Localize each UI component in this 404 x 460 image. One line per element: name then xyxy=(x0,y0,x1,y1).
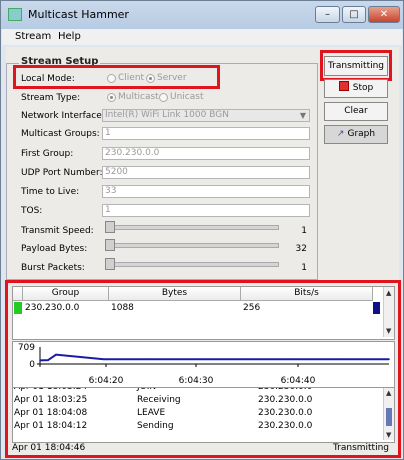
ttl-field[interactable]: 33 xyxy=(102,185,310,198)
multicast-groups-field[interactable]: 1 xyxy=(102,127,310,140)
network-interface-select[interactable]: Intel(R) WiFi Link 1000 BGN ▼ xyxy=(102,109,310,122)
burst-packets-track xyxy=(105,262,279,267)
app-icon xyxy=(8,8,22,21)
transmit-speed-value: 1 xyxy=(301,226,307,236)
multicast-radio-label: Multicast xyxy=(118,92,159,102)
graph-label: Graph xyxy=(347,129,376,139)
transmit-speed-slider[interactable] xyxy=(105,221,115,233)
graph-button[interactable]: ↗ Graph xyxy=(324,125,388,144)
multicast-groups-label: Multicast Groups: xyxy=(21,129,100,139)
stop-button[interactable]: Stop xyxy=(324,79,388,98)
udp-port-field[interactable]: 5200 xyxy=(102,166,310,179)
clear-button[interactable]: Clear xyxy=(324,102,388,121)
first-group-field[interactable]: 230.230.0.0 xyxy=(102,147,310,160)
payload-bytes-track xyxy=(105,243,279,248)
stop-icon xyxy=(338,81,349,91)
graph-icon: ↗ xyxy=(336,129,345,139)
unicast-radio[interactable] xyxy=(159,93,168,102)
transmitting-highlight xyxy=(320,50,392,81)
multicast-radio[interactable] xyxy=(107,93,116,102)
minimize-button[interactable]: – xyxy=(315,6,340,23)
network-interface-value: Intel(R) WiFi Link 1000 BGN xyxy=(105,110,229,120)
close-button[interactable]: ✕ xyxy=(368,6,400,23)
payload-bytes-slider[interactable] xyxy=(105,239,115,251)
payload-bytes-value: 32 xyxy=(295,244,307,254)
stop-label: Stop xyxy=(352,83,374,93)
unicast-radio-label: Unicast xyxy=(170,92,204,102)
burst-packets-label: Burst Packets: xyxy=(21,263,85,273)
udp-port-label: UDP Port Number: xyxy=(21,168,103,178)
title-bar[interactable]: Multicast Hammer – □ ✕ xyxy=(1,1,403,29)
menu-bar: Stream Help xyxy=(2,29,402,45)
payload-bytes-label: Payload Bytes: xyxy=(21,244,88,254)
maximize-button[interactable]: □ xyxy=(342,6,366,23)
monitor-highlight xyxy=(5,280,401,458)
network-interface-label: Network Interface: xyxy=(21,111,105,121)
tos-field[interactable]: 1 xyxy=(102,204,310,217)
first-group-label: First Group: xyxy=(21,149,74,159)
app-window: Multicast Hammer – □ ✕ Stream Help Strea… xyxy=(0,0,404,460)
window-title: Multicast Hammer xyxy=(28,8,129,21)
burst-packets-slider[interactable] xyxy=(105,258,115,270)
burst-packets-value: 1 xyxy=(301,263,307,273)
menu-stream[interactable]: Stream xyxy=(15,31,51,42)
chevron-down-icon: ▼ xyxy=(299,111,306,120)
tos-label: TOS: xyxy=(21,206,43,216)
stream-type-label: Stream Type: xyxy=(21,93,81,103)
transmit-speed-track xyxy=(105,225,279,230)
ttl-label: Time to Live: xyxy=(21,187,80,197)
transmit-speed-label: Transmit Speed: xyxy=(21,226,94,236)
menu-help[interactable]: Help xyxy=(58,31,81,42)
local-mode-highlight xyxy=(13,65,220,89)
